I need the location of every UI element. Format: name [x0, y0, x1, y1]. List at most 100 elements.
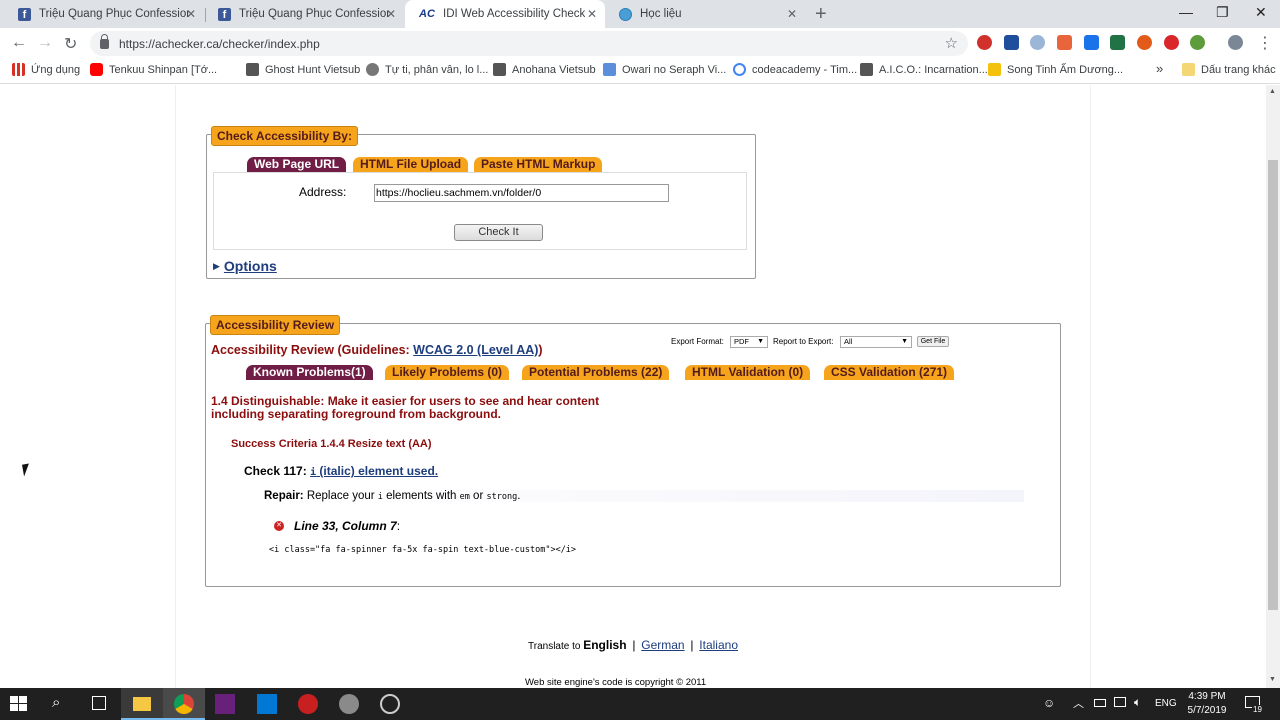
scrollbar-thumb[interactable]	[1268, 160, 1278, 610]
bookmark-icon	[860, 63, 873, 76]
tab-title: Triệu Quang Phục Confessions	[239, 8, 389, 20]
tab-html-validation[interactable]: HTML Validation (0)	[685, 365, 811, 380]
options-link[interactable]: Options	[224, 258, 277, 274]
close-tab-icon[interactable]: ✕	[787, 7, 797, 21]
vscode-icon[interactable]	[257, 694, 277, 714]
bookmark-icon	[988, 63, 1001, 76]
close-window-icon[interactable]: ✕	[1255, 4, 1267, 21]
profile-avatar-icon[interactable]	[1228, 35, 1243, 50]
extension-icon[interactable]	[1004, 35, 1019, 50]
bookmark-item[interactable]: Tự ti, phân vân, lo l...	[366, 63, 488, 76]
browser-tab-4[interactable]: Học liệu ✕	[605, 0, 805, 28]
bookmark-item[interactable]: codeacademy - Tim...	[733, 63, 857, 76]
report-export-select[interactable]: All ▼	[840, 336, 912, 348]
language-indicator[interactable]: ENG	[1155, 698, 1177, 709]
tab-potential-problems[interactable]: Potential Problems (22)	[522, 365, 670, 380]
browser-tab-1[interactable]: f Triệu Quang Phục Confessions ✕	[4, 0, 204, 28]
export-format-value: PDF	[734, 337, 749, 346]
review-heading-suffix: )	[538, 343, 543, 357]
battery-icon[interactable]	[1094, 699, 1106, 707]
tab-likely-problems[interactable]: Likely Problems (0)	[385, 365, 510, 380]
bookmark-item[interactable]: Song Tinh Ấm Dương...	[988, 63, 1123, 76]
extension-icon[interactable]	[1110, 35, 1125, 50]
visual-studio-icon[interactable]	[215, 694, 235, 714]
clock-date: 5/7/2019	[1187, 705, 1227, 716]
bookmark-item[interactable]: A.I.C.O.: Incarnation...	[860, 63, 988, 76]
chevron-up-icon[interactable]: ︿	[1073, 695, 1084, 711]
browser-tab-2[interactable]: f Triệu Quang Phục Confessions ✕	[204, 0, 404, 28]
search-icon[interactable]: ⌕	[52, 694, 60, 711]
scroll-down-icon[interactable]: ▼	[1269, 676, 1276, 683]
bookmark-item[interactable]: Owari no Seraph Vi...	[603, 63, 726, 76]
app-icon[interactable]	[339, 694, 359, 714]
globe-icon	[619, 7, 632, 21]
code-snippet: <i class="fa fa-spinner fa-5x fa-spin te…	[269, 545, 577, 555]
bookmark-item[interactable]: Tenkuu Shinpan [Tớ...	[90, 63, 217, 76]
extension-icon[interactable]	[1084, 35, 1099, 50]
taskbar-chrome[interactable]	[163, 688, 205, 720]
address-bar[interactable]: https://achecker.ca/checker/index.php ☆	[90, 31, 968, 56]
task-view-icon[interactable]	[92, 696, 106, 710]
scroll-up-icon[interactable]: ▲	[1269, 88, 1276, 95]
bookmark-label: Owari no Seraph Vi...	[622, 63, 727, 76]
tab-title: IDI Web Accessibility Checker : W	[443, 8, 585, 20]
address-label: Address:	[299, 185, 347, 199]
network-icon[interactable]	[1114, 697, 1126, 707]
new-tab-icon[interactable]: +	[815, 3, 827, 26]
extension-icon[interactable]	[1057, 35, 1072, 50]
tab-html-file-upload[interactable]: HTML File Upload	[353, 157, 469, 172]
bookmark-icon	[603, 63, 616, 76]
bookmark-star-icon[interactable]: ☆	[945, 34, 958, 52]
wcag-guideline-link[interactable]: WCAG 2.0 (Level AA)	[413, 343, 538, 357]
bookmark-other-folder[interactable]: Dấu trang khác	[1182, 63, 1276, 76]
tab-paste-html-markup[interactable]: Paste HTML Markup	[474, 157, 603, 172]
export-format-label: Export Format:	[671, 337, 724, 346]
menu-kebab-icon[interactable]: ⋮	[1257, 33, 1273, 53]
options-toggle[interactable]: ▶ Options	[213, 258, 277, 274]
tab-web-page-url[interactable]: Web Page URL	[247, 157, 347, 172]
check-117-link[interactable]: i (italic) element used.	[310, 464, 438, 478]
bookmark-label: Song Tinh Ấm Dương...	[1007, 63, 1124, 76]
browser-tab-3[interactable]: AC IDI Web Accessibility Checker : W ✕	[405, 0, 605, 28]
chrome-icon	[174, 694, 194, 714]
tab-known-problems[interactable]: Known Problems(1)	[246, 365, 373, 380]
get-file-button[interactable]: Get File	[917, 336, 949, 347]
reload-icon[interactable]: ↻	[64, 34, 77, 54]
windows-start-icon[interactable]	[10, 696, 27, 712]
address-input[interactable]: https://hoclieu.sachmem.vn/folder/0	[374, 184, 669, 202]
more-bookmarks-icon[interactable]: »	[1156, 61, 1163, 76]
separator: |	[632, 638, 636, 652]
extension-icon[interactable]	[1030, 35, 1045, 50]
close-tab-icon[interactable]: ✕	[186, 7, 196, 21]
extension-icon[interactable]	[1137, 35, 1152, 50]
accessibility-review-legend: Accessibility Review	[210, 315, 341, 335]
volume-icon[interactable]: 🔈︎	[1134, 695, 1141, 710]
obs-icon[interactable]	[380, 694, 400, 714]
tab-css-validation[interactable]: CSS Validation (271)	[824, 365, 955, 380]
bookmark-item[interactable]: Ghost Hunt Vietsub	[246, 63, 360, 76]
translate-bar: Translate to English | German | Italiano	[528, 638, 738, 652]
page-scrollbar[interactable]: ▲ ▼	[1266, 85, 1280, 688]
minimize-icon[interactable]: —	[1179, 4, 1193, 20]
bookmark-item[interactable]: Anohana Vietsub	[493, 63, 596, 76]
app-icon[interactable]	[298, 694, 318, 714]
italiano-link[interactable]: Italiano	[699, 638, 738, 652]
back-icon[interactable]: ←	[11, 34, 27, 52]
check-it-button[interactable]: Check It	[454, 224, 543, 241]
export-format-select[interactable]: PDF ▼	[730, 336, 768, 348]
maximize-icon[interactable]: ❐	[1216, 4, 1229, 21]
google-icon	[733, 63, 746, 76]
clock[interactable]: 4:39 PM 5/7/2019	[1186, 690, 1228, 718]
people-icon[interactable]: ☺	[1043, 696, 1055, 710]
dropdown-arrow-icon: ▼	[901, 338, 908, 345]
close-tab-icon[interactable]: ✕	[587, 7, 597, 21]
bookmark-apps[interactable]: Ứng dụng	[12, 63, 80, 76]
close-tab-icon[interactable]: ✕	[386, 7, 396, 21]
taskbar-file-explorer[interactable]	[121, 688, 163, 720]
extension-icon[interactable]	[1190, 35, 1205, 50]
german-link[interactable]: German	[641, 638, 684, 652]
check-link-text: (italic) element used.	[316, 464, 439, 478]
forward-icon[interactable]: →	[37, 34, 53, 52]
extension-icon[interactable]	[977, 35, 992, 50]
extension-icon[interactable]	[1164, 35, 1179, 50]
